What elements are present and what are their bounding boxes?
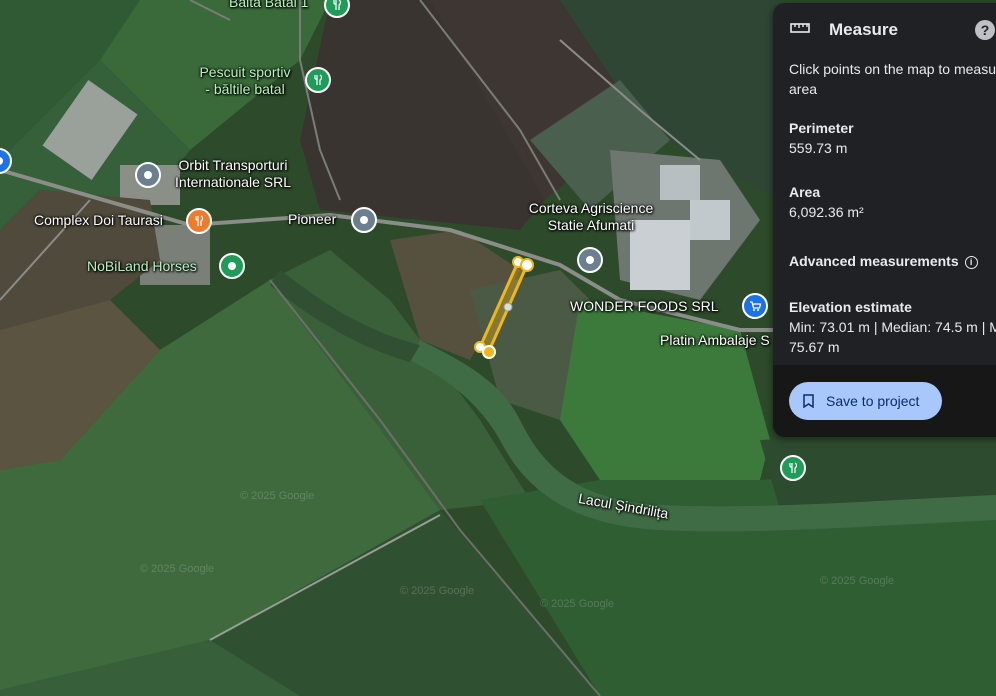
- label-corteva-line1: Corteva Agriscience: [528, 200, 654, 216]
- label-pescuit-line1: Pescuit sportiv: [199, 64, 291, 80]
- area-value: 6,092.36 m²: [789, 204, 864, 220]
- corteva-pin[interactable]: [577, 247, 603, 273]
- advanced-measurements-label: Advanced measurements: [789, 253, 959, 269]
- label-orbit-line1: Orbit Transporturi: [178, 157, 288, 173]
- nobiland-pin[interactable]: [219, 253, 245, 279]
- place-icon: [144, 171, 152, 179]
- save-to-project-button[interactable]: Save to project: [789, 382, 942, 420]
- label-platin[interactable]: Platin Ambalaje S: [660, 332, 770, 349]
- place-icon: [0, 157, 3, 165]
- place-icon: [586, 256, 594, 264]
- label-nobiland[interactable]: NoBiLand Horses: [87, 258, 197, 275]
- label-complex[interactable]: Complex Doi Taurasi: [34, 212, 163, 229]
- elevation-label: Elevation estimate: [789, 299, 912, 315]
- label-wonder[interactable]: WONDER FOODS SRL: [570, 298, 719, 315]
- perimeter-label: Perimeter: [789, 120, 854, 136]
- label-pescuit-line2: - băltile batal: [205, 81, 285, 97]
- map-watermark: © 2025 Google: [540, 598, 615, 610]
- bottom-right-pin[interactable]: [780, 455, 806, 481]
- place-icon: [228, 262, 236, 270]
- wonder-pin[interactable]: [742, 293, 768, 319]
- save-to-project-label: Save to project: [826, 393, 920, 409]
- label-balta-batal[interactable]: Balta Batal 1: [229, 0, 308, 11]
- measure-panel: Measure ? Click points on the map to mea…: [773, 3, 996, 437]
- restaurant-icon: [789, 462, 798, 473]
- map-watermark: © 2025 Google: [240, 490, 315, 502]
- label-orbit[interactable]: Orbit Transporturi Internationale SRL: [166, 157, 300, 191]
- restaurant-icon: [333, 0, 342, 10]
- complex-pin[interactable]: [186, 208, 212, 234]
- ruler-icon: [790, 23, 810, 33]
- map-watermark: © 2025 Google: [140, 563, 215, 575]
- place-icon: [360, 216, 368, 224]
- elevation-value-max: 75.67 m: [789, 339, 840, 355]
- panel-header: Measure ?: [773, 3, 996, 55]
- shopping-icon: [750, 301, 761, 311]
- elevation-value: Min: 73.01 m | Median: 74.5 m | M: [789, 319, 996, 335]
- orbit-pin[interactable]: [135, 162, 161, 188]
- label-corteva-line2: Statie Afumati: [547, 217, 635, 233]
- perimeter-value: 559.73 m: [789, 140, 848, 156]
- label-pioneer[interactable]: Pioneer: [288, 211, 336, 228]
- restaurant-icon: [314, 74, 323, 85]
- label-orbit-line2: Internationale SRL: [175, 174, 291, 190]
- pescuit-pin[interactable]: [305, 67, 331, 93]
- panel-title: Measure: [829, 20, 898, 39]
- bookmark-icon: [803, 394, 814, 408]
- info-icon[interactable]: i: [964, 255, 978, 269]
- map-watermark: © 2025 Google: [820, 575, 895, 587]
- map-watermark: © 2025 Google: [400, 585, 475, 597]
- restaurant-icon: [195, 215, 204, 226]
- area-label: Area: [789, 184, 821, 200]
- panel-description: Click points on the map to measu area: [789, 61, 996, 97]
- label-corteva[interactable]: Corteva Agriscience Statie Afumati: [517, 200, 665, 234]
- pioneer-pin[interactable]: [351, 207, 377, 233]
- label-pescuit[interactable]: Pescuit sportiv - băltile batal: [190, 64, 300, 98]
- advanced-measurements[interactable]: Advanced measurements i: [789, 253, 978, 269]
- help-icon[interactable]: ?: [975, 20, 995, 40]
